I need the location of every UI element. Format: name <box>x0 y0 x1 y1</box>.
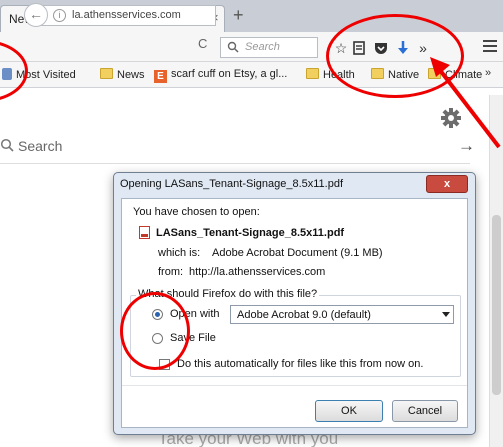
file-type-label: which is: <box>158 247 201 259</box>
chevron-down-icon <box>442 312 450 317</box>
file-name: LASans_Tenant-Signage_8.5x11.pdf <box>156 227 345 239</box>
url-text: la.athensservices.com <box>72 9 181 21</box>
reload-icon[interactable]: C <box>198 36 207 51</box>
folder-icon <box>100 68 113 79</box>
bookmark-etsy[interactable]: Escarf cuff on Etsy, a gl... <box>154 68 287 84</box>
pdf-file-icon <box>139 226 150 239</box>
dialog-intro: You have chosen to open: <box>133 206 260 218</box>
bookmark-news[interactable]: News <box>100 68 145 84</box>
folder-icon <box>306 68 319 79</box>
search-placeholder: Search <box>245 41 280 53</box>
new-tab-button[interactable]: + <box>233 6 244 24</box>
annotation-arrow <box>430 57 501 149</box>
info-icon[interactable]: i <box>53 9 66 22</box>
auto-action-label[interactable]: Do this automatically for files like thi… <box>177 358 423 370</box>
dialog-close-button[interactable]: x <box>426 175 468 193</box>
annotation-circle-open-with <box>120 292 190 370</box>
dialog-titlebar[interactable]: Opening LASans_Tenant-Signage_8.5x11.pdf… <box>114 173 475 197</box>
page-search-icon <box>0 138 14 152</box>
dialog-divider <box>122 385 467 386</box>
dialog-title: Opening LASans_Tenant-Signage_8.5x11.pdf <box>120 178 344 190</box>
browser-window: New Tab × + i la.athensservices.com ← C … <box>0 0 503 447</box>
file-source-label: from: <box>158 266 184 278</box>
scrollbar-thumb[interactable] <box>492 215 501 395</box>
file-type-value: Adobe Acrobat Document (9.1 MB) <box>212 247 383 259</box>
application-select-value: Adobe Acrobat 9.0 (default) <box>237 309 371 321</box>
back-button[interactable]: ← <box>24 3 48 27</box>
url-bar[interactable]: i la.athensservices.com <box>40 5 216 26</box>
file-source-value: http://la.athensservices.com <box>189 266 326 278</box>
application-select[interactable]: Adobe Acrobat 9.0 (default) <box>230 305 454 324</box>
search-underline <box>0 163 470 164</box>
etsy-icon: E <box>154 70 167 83</box>
search-input[interactable]: Search <box>220 37 318 58</box>
hamburger-menu-icon[interactable] <box>483 40 497 54</box>
page-search-input[interactable]: Search <box>18 138 62 154</box>
search-icon <box>227 41 239 53</box>
ok-button[interactable]: OK <box>315 400 383 422</box>
cancel-button[interactable]: Cancel <box>392 400 458 422</box>
